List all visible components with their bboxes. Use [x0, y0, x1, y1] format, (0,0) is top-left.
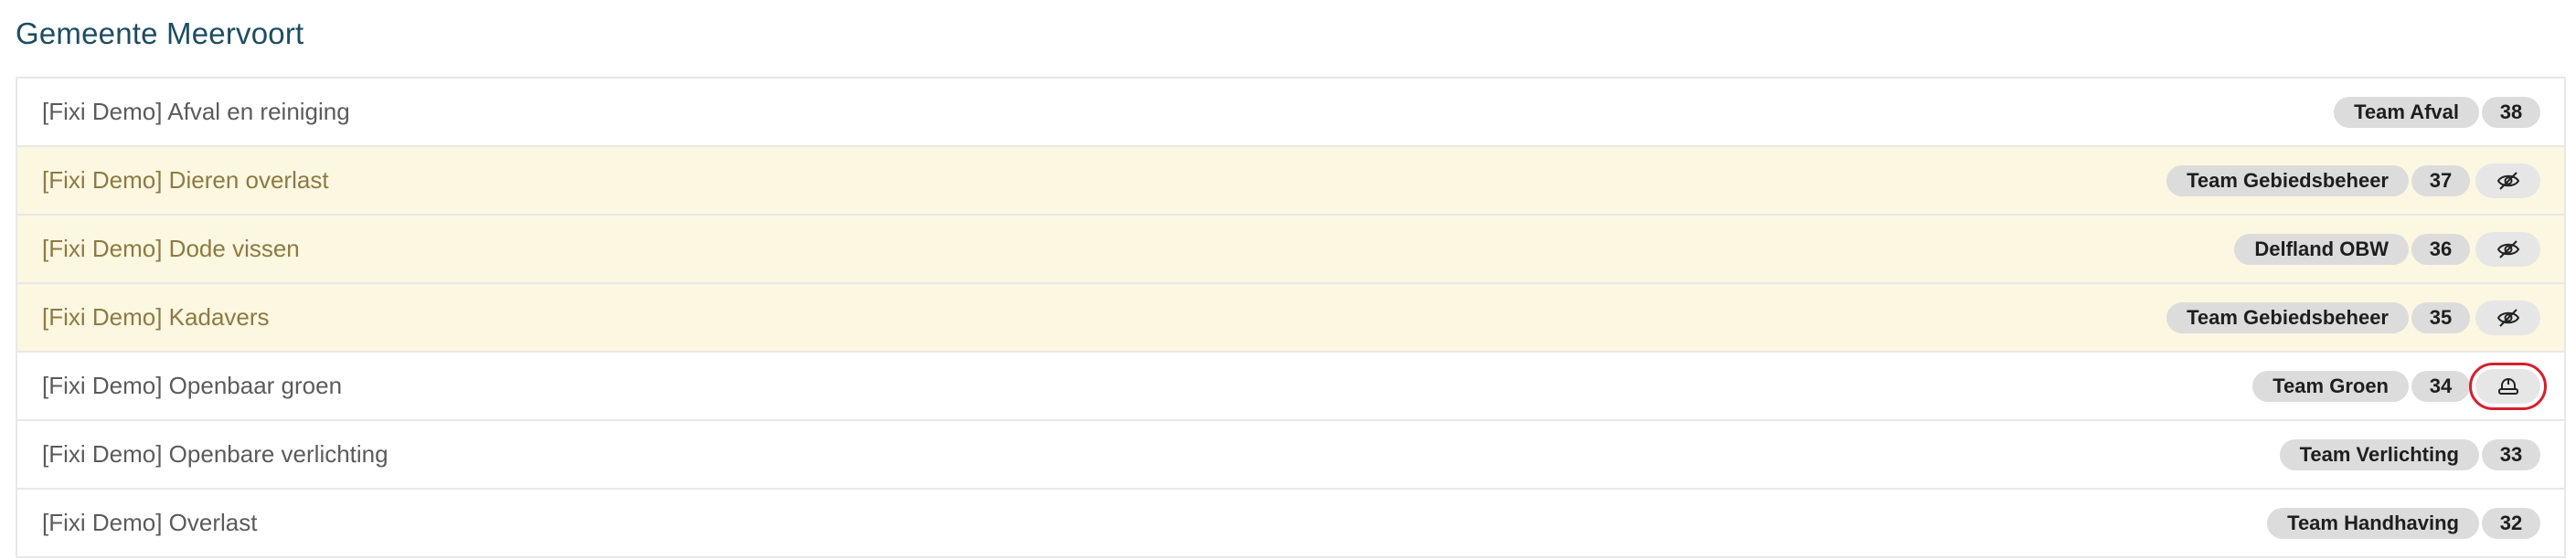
eye-off-icon [2496, 239, 2519, 258]
list-item-label[interactable]: [Fixi Demo] Overlast [42, 509, 258, 537]
page-title: Gemeente Meervoort [16, 16, 304, 50]
list-item[interactable]: [Fixi Demo] Afval en reiniging Team Afva… [17, 79, 2564, 147]
team-badge: Team Groen [2252, 370, 2409, 402]
team-badge: Team Verlichting [2279, 438, 2479, 470]
list-item[interactable]: [Fixi Demo] Overlast Team Handhaving 32 [17, 490, 2564, 558]
list-item-label[interactable]: [Fixi Demo] Kadavers [42, 303, 270, 332]
category-list: [Fixi Demo] Afval en reiniging Team Afva… [16, 77, 2566, 558]
count-badge: 37 [2411, 164, 2470, 196]
team-badge: Delfland OBW [2234, 233, 2409, 265]
count-badge: 34 [2411, 370, 2470, 402]
toggle-visibility-button[interactable] [2475, 163, 2540, 198]
list-item[interactable]: [Fixi Demo] Openbaar groen Team Groen 34 [17, 353, 2564, 421]
list-item-label[interactable]: [Fixi Demo] Openbare verlichting [42, 440, 389, 469]
team-badge: Team Afval [2334, 96, 2479, 128]
list-item-meta: Team Gebiedsbeheer 37 [2166, 163, 2540, 198]
count-badge: 33 [2482, 438, 2540, 470]
list-item-label[interactable]: [Fixi Demo] Openbaar groen [42, 372, 342, 400]
list-item-meta: Team Afval 38 [2334, 96, 2540, 128]
list-item[interactable]: [Fixi Demo] Kadavers Team Gebiedsbeheer … [17, 284, 2564, 353]
list-item-meta: Team Groen 34 [2252, 362, 2547, 410]
list-item-label[interactable]: [Fixi Demo] Dode vissen [42, 235, 300, 263]
list-item-meta: Team Verlichting 33 [2279, 438, 2540, 470]
toggle-visibility-button[interactable] [2475, 231, 2540, 267]
list-item-label[interactable]: [Fixi Demo] Afval en reiniging [42, 98, 350, 126]
eye-off-icon [2496, 308, 2519, 327]
list-item-meta: Delfland OBW 36 [2234, 231, 2540, 267]
count-badge: 36 [2411, 233, 2470, 265]
count-badge: 32 [2482, 507, 2540, 539]
list-item[interactable]: [Fixi Demo] Openbare verlichting Team Ve… [17, 421, 2564, 490]
hard-hat-icon [2497, 377, 2518, 395]
team-badge: Team Gebiedsbeheer [2166, 301, 2409, 333]
team-badge: Team Gebiedsbeheer [2166, 164, 2409, 196]
team-badge: Team Handhaving [2267, 507, 2479, 539]
count-badge: 38 [2482, 96, 2540, 128]
list-item-meta: Team Gebiedsbeheer 35 [2166, 300, 2540, 335]
toggle-visibility-button[interactable] [2475, 300, 2540, 335]
eye-off-icon [2496, 171, 2519, 190]
work-action-button[interactable] [2469, 362, 2547, 410]
count-badge: 35 [2411, 301, 2470, 333]
list-item[interactable]: [Fixi Demo] Dode vissen Delfland OBW 36 [17, 216, 2564, 284]
list-item[interactable]: [Fixi Demo] Dieren overlast Team Gebieds… [17, 147, 2564, 216]
list-item-meta: Team Handhaving 32 [2267, 507, 2540, 539]
list-item-label[interactable]: [Fixi Demo] Dieren overlast [42, 166, 329, 195]
